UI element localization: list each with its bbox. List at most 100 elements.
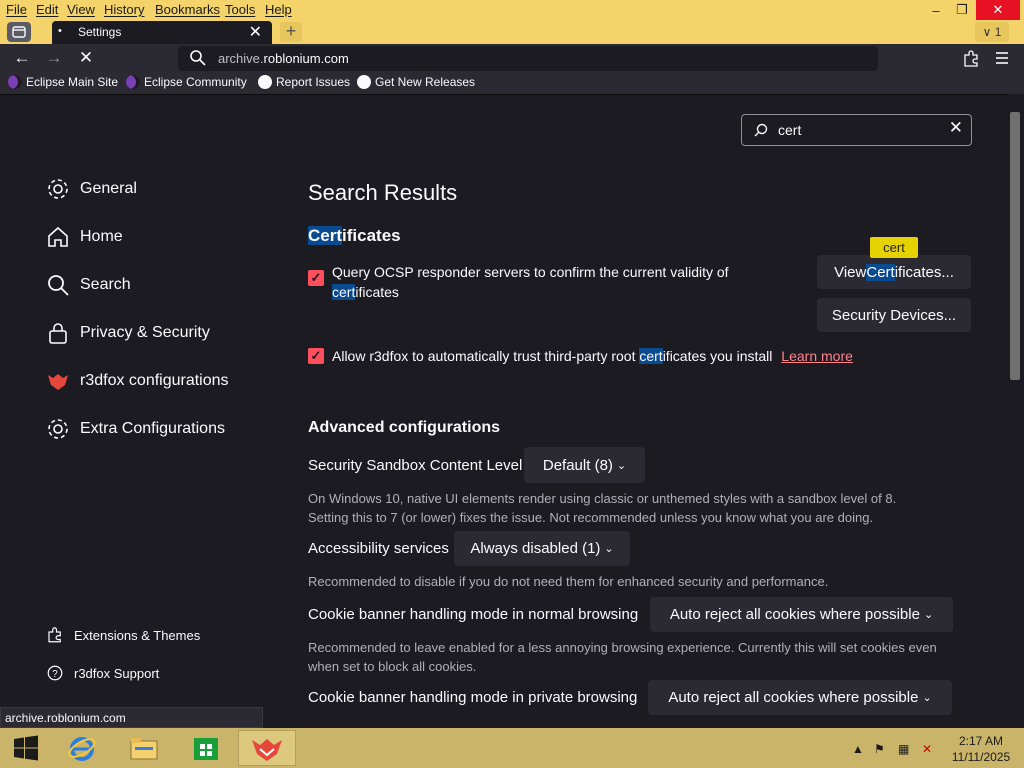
security-devices-button[interactable]: Security Devices... (817, 298, 971, 332)
puzzle-icon (48, 627, 61, 643)
sidebar-item-label: Extra Configurations (80, 420, 225, 437)
sidebar-item-search[interactable]: Search (46, 273, 131, 297)
status-bar: archive.roblonium.com (0, 707, 263, 728)
loading-dot: • (58, 25, 62, 37)
search-icon (190, 50, 206, 66)
sandbox-description: On Windows 10, native UI elements render… (308, 491, 897, 525)
tab-close-button[interactable]: ✕ (249, 22, 262, 42)
ocsp-label: Query OCSP responder servers to confirm … (332, 264, 729, 300)
bookmark-label: Get New Releases (375, 75, 476, 89)
app-menu-button[interactable] (994, 50, 1010, 69)
chevron-down-icon: ⌄ (923, 609, 934, 621)
puzzle-icon (964, 50, 978, 67)
cookie-normal-label: Cookie banner handling mode in normal br… (308, 606, 639, 623)
chevron-down-icon: ⌄ (616, 459, 627, 472)
folder-icon (130, 738, 158, 760)
tab-title: Settings (78, 25, 122, 39)
cookie-private-label: Cookie banner handling mode in private b… (308, 689, 638, 706)
section-certificates: Certificates (308, 226, 401, 245)
tray-expand-icon[interactable]: ▲ (852, 742, 864, 756)
section-advanced: Advanced configurations (308, 419, 501, 436)
network-icon[interactable]: ▦ (898, 742, 909, 756)
extensions-button[interactable] (962, 49, 980, 70)
fox-icon (48, 374, 68, 390)
url-text: archive.roblonium.com (218, 51, 349, 66)
trust-root-label: Allow r3dfox to automatically trust thir… (332, 348, 853, 364)
trust-root-checkbox[interactable]: ✓ (308, 348, 324, 364)
clock[interactable]: 2:17 AM 11/11/2025 (948, 733, 1014, 765)
address-bar[interactable]: archive.roblonium.com (178, 46, 878, 71)
sidebar-item-label: Search (80, 276, 131, 293)
search-icon (754, 123, 768, 137)
bookmark-eclipse-main[interactable]: Eclipse Main Site (8, 75, 118, 89)
sidebar-item-label: General (80, 180, 137, 197)
windows-logo-icon (14, 735, 38, 761)
sidebar-item-label: Privacy & Security (80, 324, 210, 341)
menu-view[interactable]: View (67, 2, 95, 17)
chevron-down-icon: ⌄ (604, 543, 614, 555)
search-value: cert (778, 122, 802, 138)
scrollbar-thumb[interactable] (1010, 112, 1020, 380)
tab-list-icon (12, 26, 26, 38)
svg-text:?: ? (52, 669, 58, 680)
flag-icon[interactable]: ⚑ (874, 742, 885, 756)
eclipse-icon (8, 75, 22, 89)
tab-count-button[interactable]: ∨ 1 (975, 22, 1009, 42)
view-certificates-button[interactable]: View Cert ificates... (817, 255, 971, 289)
menu-tools[interactable]: Tools (225, 2, 255, 17)
sidebar-item-r3dfox-configurations[interactable]: r3dfox configurations (46, 369, 229, 393)
forward-button[interactable]: → (42, 46, 66, 70)
sidebar-item-label: Home (80, 228, 123, 245)
sidebar-r3dfox-support[interactable]: ? r3dfox Support (46, 664, 159, 682)
tab-settings[interactable]: • Settings ✕ (52, 21, 272, 44)
sidebar-item-label: r3dfox configurations (80, 372, 229, 389)
start-button[interactable] (0, 730, 52, 766)
settings-search-input[interactable]: cert ✕ (741, 114, 972, 146)
menu-history[interactable]: History (104, 2, 144, 17)
sidebar-item-general[interactable]: General (46, 177, 137, 201)
ie-icon (68, 737, 96, 761)
bookmark-eclipse-community[interactable]: Eclipse Community (126, 75, 247, 89)
sidebar-item-extra-configurations[interactable]: Extra Configurations (46, 417, 225, 441)
sidebar-item-privacy-security[interactable]: Privacy & Security (46, 321, 210, 345)
bookmark-label: Eclipse Community (144, 75, 247, 89)
menu-edit[interactable]: Edit (36, 2, 58, 17)
sidebar-item-home[interactable]: Home (46, 225, 123, 249)
sandbox-level-select[interactable]: Default (8) ⌄ (524, 447, 645, 483)
menu-help[interactable]: Help (265, 2, 292, 17)
ocsp-checkbox[interactable]: ✓ (308, 270, 324, 286)
eclipse-icon (126, 75, 140, 89)
taskbar-internet-explorer[interactable] (56, 730, 108, 766)
page-title: Search Results (308, 180, 458, 205)
gear-icon (48, 419, 68, 439)
sidebar-extensions-themes[interactable]: Extensions & Themes (46, 626, 200, 644)
bookmark-get-new-releases[interactable]: Get New Releases (357, 75, 475, 89)
accessibility-description: Recommended to disable if you do not nee… (308, 574, 829, 589)
taskbar-file-explorer[interactable] (118, 730, 170, 766)
new-tab-button[interactable]: + (280, 22, 302, 42)
tab-list-button[interactable] (7, 22, 31, 42)
bookmark-report-issues[interactable]: Report Issues (258, 75, 350, 89)
clear-search-button[interactable]: ✕ (949, 118, 963, 138)
learn-more-link[interactable]: Learn more (781, 348, 853, 364)
sandbox-label: Security Sandbox Content Level (308, 457, 523, 474)
store-icon (194, 738, 218, 760)
accessibility-label: Accessibility services (308, 540, 449, 557)
close-window-button[interactable]: ✕ (976, 0, 1020, 20)
lock-icon (49, 323, 67, 344)
help-icon: ? (47, 665, 63, 681)
r3dfox-icon (252, 739, 282, 761)
back-button[interactable]: ← (10, 46, 34, 70)
volume-muted-icon[interactable]: ✕ (922, 742, 932, 756)
stop-button[interactable]: ✕ (74, 46, 98, 70)
github-icon (357, 75, 371, 89)
taskbar-store[interactable] (180, 730, 232, 766)
cookie-normal-select[interactable]: Auto reject all cookies where possible ⌄ (650, 597, 953, 632)
bookmark-label: Eclipse Main Site (26, 75, 119, 89)
menu-bookmarks[interactable]: Bookmarks (155, 2, 220, 17)
cookie-private-select[interactable]: Auto reject all cookies where possible ⌄ (648, 680, 952, 715)
taskbar-r3dfox[interactable] (238, 730, 296, 766)
search-icon (48, 275, 69, 296)
menu-file[interactable]: File (6, 2, 27, 17)
accessibility-select[interactable]: Always disabled (1) ⌄ (454, 531, 630, 566)
